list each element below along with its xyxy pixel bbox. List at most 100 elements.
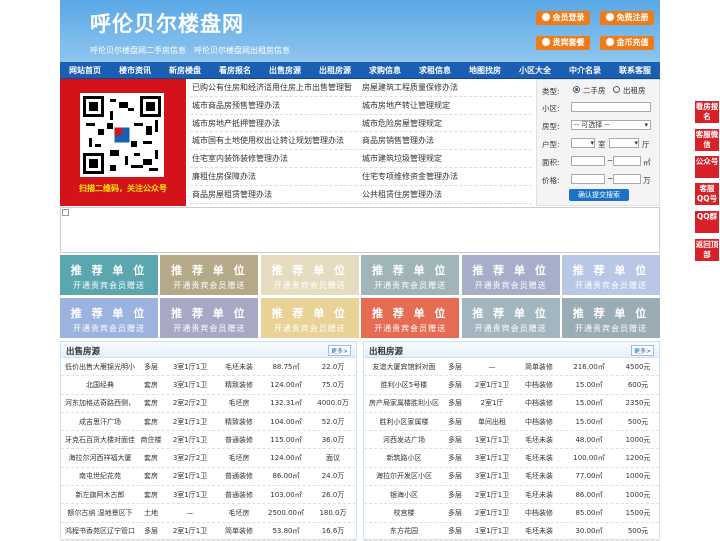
room-select[interactable]: ▾: [571, 138, 595, 148]
sale-row[interactable]: 北国经典 套房 3室1厅1卫 精致装修 124.00㎡ 75.0万: [61, 376, 356, 395]
nav-item[interactable]: 中介名录: [560, 62, 610, 78]
rent-cell[interactable]: 东方花园: [364, 526, 444, 536]
policy-link[interactable]: 城市危险房屋管理规定: [362, 115, 532, 132]
rent-cell[interactable]: 新筑路小区: [364, 453, 444, 463]
sale-row[interactable]: 河东加格达奇路西侧， 套房 2室2厅2卫 毛坯房 132.31㎡ 4000.0万: [61, 395, 356, 413]
nav-item[interactable]: 网站首页: [60, 62, 110, 78]
sale-row[interactable]: 海拉尔河西祥福大厦 套房 3室2厅2卫 毛坯房 124.00㎡ 面议: [61, 449, 356, 468]
nav-item[interactable]: 地图找房: [460, 62, 510, 78]
rent-cell[interactable]: 校宫楼: [364, 508, 444, 518]
radio-rent[interactable]: [613, 86, 620, 93]
header-link-sale[interactable]: 呼伦贝尔楼盘网二手房信息: [90, 45, 186, 56]
rent-cell[interactable]: 海拉尔开发区小区: [364, 471, 444, 481]
rent-row[interactable]: 校宫楼 多层 2室1厅1卫 中档装修 85.00㎡ 1500元: [364, 504, 659, 523]
price-min-input[interactable]: [571, 174, 605, 184]
policy-link[interactable]: 已购公有住房和经济适用住房上市出售管理暂: [190, 79, 362, 96]
sale-cell[interactable]: 海拉尔河西祥福大厦: [61, 453, 139, 463]
sale-more-link[interactable]: 更多>: [327, 345, 351, 356]
policy-link[interactable]: 城市国有土地使用权出让转让规划管理办法: [190, 132, 362, 149]
sale-row[interactable]: 成吉思汗广场 套房 2室1厅1卫 精致装修 104.00㎡ 52.0万: [61, 413, 356, 432]
sale-cell[interactable]: 河东加格达奇路西侧，: [61, 398, 139, 408]
nav-item[interactable]: 出租房源: [310, 62, 360, 78]
area-min-input[interactable]: [571, 156, 605, 166]
promo-tile[interactable]: 推 荐 单 位开通贵宾会员赠送: [260, 255, 359, 295]
hall-select[interactable]: ▾: [609, 138, 639, 148]
promo-tile[interactable]: 推 荐 单 位开通贵宾会员赠送: [160, 255, 259, 295]
promo-tile[interactable]: 推 荐 单 位开通贵宾会员赠送: [361, 255, 460, 295]
sale-row[interactable]: 南屯世纪花苑 套房 2室1厅1卫 普通装修 86.00㎡ 24.0万: [61, 468, 356, 487]
policy-link[interactable]: 城市商品房预售管理办法: [190, 97, 362, 114]
sale-cell[interactable]: 额尔古纳 湿地景区下: [61, 508, 139, 518]
sidebar-item[interactable]: 看房报名: [695, 101, 719, 123]
rent-cell[interactable]: 胜利小区5号楼: [364, 380, 444, 390]
price-max-input[interactable]: [613, 174, 641, 184]
sale-row[interactable]: 新左旗阿木古郎 套房 3室1厅1卫 普通装修 103.00㎡ 26.0万: [61, 486, 356, 505]
nav-item[interactable]: 看房报名: [210, 62, 260, 78]
nav-item[interactable]: 小区大全: [510, 62, 560, 78]
sale-row[interactable]: 牙克石百货大楼对面佳 商住楼 2室1厅1卫 普通装修 115.00㎡ 36.0万: [61, 431, 356, 450]
policy-link[interactable]: 住宅室内装饰装修管理办法: [190, 150, 362, 167]
rent-row[interactable]: 河西发达广场 多层 1室1厅1卫 毛坯未装 48.00㎡ 1000元: [364, 431, 659, 450]
promo-tile[interactable]: 推 荐 单 位开通贵宾会员赠送: [60, 298, 158, 338]
policy-link[interactable]: 商品房屋租赁管理办法: [190, 186, 362, 203]
nav-item[interactable]: 联系客服: [610, 62, 660, 78]
rent-cell[interactable]: 友谊大厦宾馆斜对面: [364, 362, 444, 372]
header-link-rent[interactable]: 呼伦贝尔楼盘网出租房信息: [194, 45, 290, 56]
community-input[interactable]: [571, 102, 651, 112]
nav-item[interactable]: 出售房源: [260, 62, 310, 78]
sidebar-item[interactable]: 客服微信: [695, 129, 719, 151]
promo-tile[interactable]: 推 荐 单 位开通贵宾会员赠送: [361, 298, 460, 338]
register-button[interactable]: 免费注册: [600, 11, 654, 25]
policy-link[interactable]: 城市房地产转让管理规定: [362, 97, 532, 114]
house-type-select[interactable]: -- 可选择 -- ▾: [571, 120, 651, 130]
sidebar-item[interactable]: 返回顶部: [695, 239, 719, 261]
policy-link[interactable]: 住宅专项维修资金管理办法: [362, 168, 532, 185]
login-button[interactable]: 会员登录: [536, 11, 590, 25]
sidebar-item[interactable]: QQ群: [695, 211, 719, 233]
rent-row[interactable]: 胜利小区5号楼 多层 2室1厅1卫 中档装修 15.00㎡ 600元: [364, 376, 659, 395]
vip-package-button[interactable]: 贵宾套餐: [536, 36, 590, 50]
sale-cell[interactable]: 新左旗阿木古郎: [61, 490, 139, 500]
area-max-input[interactable]: [613, 156, 641, 166]
sale-row[interactable]: 低价出售大雁锦光明小 多层 3室1厅1卫 毛坯未装 88.75㎡ 22.0万: [61, 358, 356, 377]
nav-item[interactable]: 求租信息: [410, 62, 460, 78]
sale-cell[interactable]: 低价出售大雁锦光明小: [61, 362, 139, 372]
nav-item[interactable]: 求购信息: [360, 62, 410, 78]
sale-row[interactable]: 鸿程书香苑区辽宁管口 多层 2室1厅1卫 简单装修 53.80㎡ 16.6万: [61, 523, 356, 541]
promo-tile[interactable]: 推 荐 单 位开通贵宾会员赠送: [562, 255, 660, 295]
sale-cell[interactable]: 鸿程书香苑区辽宁管口: [61, 526, 139, 536]
rent-cell[interactable]: 河西发达广场: [364, 435, 444, 445]
policy-link[interactable]: 房屋建筑工程质量保修办法: [362, 79, 532, 96]
sidebar-item[interactable]: 客服QQ号: [695, 183, 719, 205]
rent-row[interactable]: 银海小区 多层 2室1厅1卫 毛坯未装 86.00㎡ 1000元: [364, 486, 659, 505]
policy-link[interactable]: 公共租赁住房管理办法: [362, 186, 532, 203]
search-submit-button[interactable]: 确认提交搜索: [569, 189, 629, 201]
promo-tile[interactable]: 推 荐 单 位开通贵宾会员赠送: [461, 255, 560, 295]
sale-cell[interactable]: 北国经典: [61, 380, 139, 390]
nav-item[interactable]: 新房楼盘: [160, 62, 210, 78]
rent-cell[interactable]: 房产局家属楼胜利小区: [364, 398, 444, 408]
radio-sale[interactable]: [573, 86, 580, 93]
rent-cell[interactable]: 银海小区: [364, 490, 444, 500]
rent-more-link[interactable]: 更多>: [630, 345, 654, 356]
sale-row[interactable]: 额尔古纳 湿地景区下 土地 — 毛坯房 2500.00㎡ 180.0万: [61, 504, 356, 523]
sidebar-item[interactable]: 公众号: [695, 156, 719, 178]
promo-tile[interactable]: 推 荐 单 位开通贵宾会员赠送: [260, 298, 359, 338]
site-logo[interactable]: 呼伦贝尔楼盘网: [90, 8, 244, 38]
promo-tile[interactable]: 推 荐 单 位开通贵宾会员赠送: [160, 298, 259, 338]
promo-tile[interactable]: 推 荐 单 位开通贵宾会员赠送: [461, 298, 560, 338]
rent-row[interactable]: 友谊大厦宾馆斜对面 多层 — 简单装修 216.00㎡ 4500元: [364, 358, 659, 377]
rent-row[interactable]: 胜利小区家属楼 多层 单间出租 中档装修 15.00㎡ 500元: [364, 413, 659, 432]
policy-link[interactable]: 城市房地产抵押管理办法: [190, 115, 362, 132]
ad-banner[interactable]: [60, 207, 660, 253]
rent-row[interactable]: 房产局家属楼胜利小区 多层 2室1厅 中档装修 15.00㎡ 2350元: [364, 395, 659, 413]
promo-tile[interactable]: 推 荐 单 位开通贵宾会员赠送: [562, 298, 660, 338]
sale-cell[interactable]: 成吉思汗广场: [61, 417, 139, 427]
policy-link[interactable]: 城市建筑垃圾管理规定: [362, 150, 532, 167]
nav-item[interactable]: 楼市资讯: [110, 62, 160, 78]
sale-cell[interactable]: 牙克石百货大楼对面佳: [61, 435, 139, 445]
rent-row[interactable]: 新筑路小区 多层 3室1厅1卫 毛坯未装 100.00㎡ 1200元: [364, 449, 659, 468]
rent-cell[interactable]: 胜利小区家属楼: [364, 417, 444, 427]
sale-cell[interactable]: 南屯世纪花苑: [61, 471, 139, 481]
promo-tile[interactable]: 推 荐 单 位开通贵宾会员赠送: [60, 255, 158, 295]
